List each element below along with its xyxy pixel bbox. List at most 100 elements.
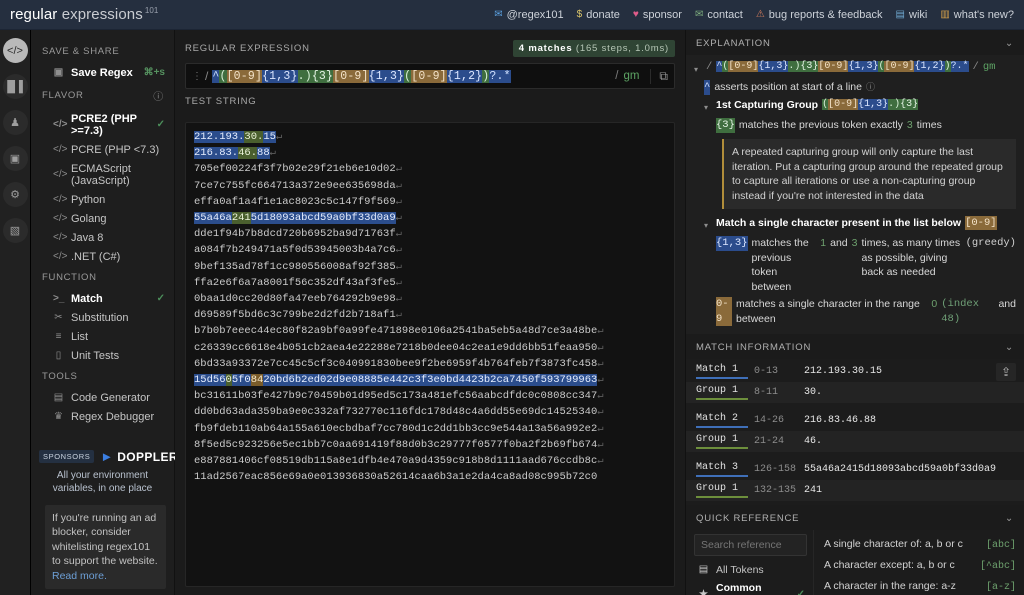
chevron-down-icon-matchinfo[interactable]: ⌄ <box>1005 342 1014 353</box>
top-bar: regular expressions 101 ✉ @regex101 $ donate… <box>0 0 1024 30</box>
logo-sup: 101 <box>144 6 159 15</box>
top-link-5[interactable]: ▤ wiki <box>896 9 928 21</box>
rail-editor[interactable]: </> <box>2 38 28 63</box>
group-token: ([0-9]{1,3}.){3} <box>822 98 919 113</box>
rail-debugger[interactable]: ▣ <box>2 146 28 171</box>
flavor-label: PCRE (PHP <7.3) <box>71 143 160 156</box>
qr-category-common-tokens[interactable]: ★ Common Tokens ✓ <box>694 579 807 595</box>
caret-down-icon-class[interactable]: ▾ <box>704 216 712 234</box>
chevron-down-icon[interactable]: ⌄ <box>1005 38 1014 49</box>
top-link-6[interactable]: ▥ what's new? <box>940 9 1014 21</box>
newline-glyph: ↵ <box>597 438 604 451</box>
flavor-java-8[interactable]: </> Java 8 <box>31 228 174 247</box>
code-icon: </> <box>53 213 68 224</box>
tok-group-open: ( <box>219 69 227 83</box>
qr-entry-desc: A single character of: a, b or c <box>824 537 963 550</box>
regular-expression-title: REGULAR EXPRESSION <box>185 43 310 54</box>
tool-regex-debugger[interactable]: ♛ Regex Debugger <box>31 407 174 426</box>
check-icon: ✓ <box>156 119 165 130</box>
group-row[interactable]: Group 1 132-135 241 <box>686 479 1024 501</box>
adblock-notice: If you're running an ad blocker, conside… <box>45 504 166 589</box>
match-value: 212.193.30.15 <box>804 365 883 377</box>
check-icon: ✓ <box>796 588 805 595</box>
drag-handle-icon[interactable]: ⋮ <box>192 71 202 82</box>
group-range: 21-24 <box>754 435 785 447</box>
top-link-label: wiki <box>909 8 928 21</box>
match-information-header[interactable]: MATCH INFORMATION ⌄ <box>686 333 1024 359</box>
flavor-net-c[interactable]: </> .NET (C#) <box>31 247 174 266</box>
qr-category-all-tokens[interactable]: ▤ All Tokens <box>694 561 807 579</box>
flavor-ecmascript-javascript[interactable]: </> ECMAScript (JavaScript) <box>31 159 174 190</box>
qr-entry[interactable]: A character except: a, b or c [^abc] <box>824 555 1016 576</box>
explanation-class-row: ▾ Match a single character present in th… <box>694 214 1016 235</box>
export-matches-icon[interactable]: ⇪ <box>995 362 1016 381</box>
flavor-title: FLAVOR <box>42 90 84 101</box>
save-regex-shortcut: ⌘+s <box>143 67 165 78</box>
match-count-badge: 4 matches (165 steps, 1.0ms) <box>512 40 675 57</box>
tok-dotstar: .* <box>956 60 969 72</box>
match-row[interactable]: Match 1 0-13 212.193.30.15 <box>686 361 1024 382</box>
quant-token: {1,3} <box>716 236 748 251</box>
rail-community[interactable]: ▧ <box>2 218 28 243</box>
tool-code-generator[interactable]: ▤ Code Generator <box>31 388 174 407</box>
adblock-read-more-link[interactable]: Read more. <box>52 570 107 582</box>
caret-down-icon[interactable]: ▾ <box>694 60 702 78</box>
test-line: 0baa1d0cc20d80fa47eeb764292b9e98↵ <box>194 293 402 306</box>
test-string-editor[interactable]: 212.193.30.15↵ 216.83.46.88↵ 705ef00224f3f… <box>185 122 675 587</box>
function-substitution[interactable]: ✂ Substitution <box>31 308 174 327</box>
info-icon[interactable]: ⓘ <box>866 80 875 95</box>
heart-icon: ♥ <box>632 8 639 20</box>
news-icon: ▥ <box>940 8 950 20</box>
rail-account[interactable]: ♟ <box>2 110 28 135</box>
top-link-1[interactable]: $ donate <box>577 9 620 21</box>
newline-glyph: ↵ <box>395 260 402 273</box>
save-regex-button[interactable]: ▣ Save Regex ⌘+s <box>31 63 174 82</box>
rail-settings[interactable]: ⚙ <box>2 182 28 207</box>
tok-optional: ? <box>950 60 957 72</box>
doppler-logo[interactable]: ► DOPPLER <box>100 450 178 464</box>
quick-reference-header[interactable]: QUICK REFERENCE ⌄ <box>686 504 1024 530</box>
top-link-0[interactable]: ✉ @regex101 <box>494 9 563 21</box>
chevron-down-icon-quickref[interactable]: ⌄ <box>1005 513 1014 524</box>
group-row[interactable]: Group 1 8-11 30. <box>686 381 1024 403</box>
newline-glyph: ↵ <box>395 276 402 289</box>
test-line: c26339cc6618e4b051cb2aea4e22288e7218b0de… <box>194 341 604 354</box>
tok-quant2: {1,3} <box>848 60 879 72</box>
rail-library[interactable]: █▐ <box>2 74 28 99</box>
help-icon[interactable]: ⓘ <box>153 88 164 103</box>
match-information-title: MATCH INFORMATION <box>696 341 812 353</box>
top-link-2[interactable]: ♥ sponsor <box>633 9 682 21</box>
site-logo[interactable]: regular expressions 101 <box>10 6 158 23</box>
caret-down-icon-group[interactable]: ▾ <box>704 98 712 116</box>
item-icon: ▤ <box>53 392 64 403</box>
test-line: 212.193.30.15↵ <box>194 131 283 143</box>
function-list[interactable]: ≡ List <box>31 327 174 346</box>
flavor-python[interactable]: </> Python <box>31 190 174 209</box>
regex-input[interactable]: ^([0-9]{1,3}.){3}[0-9]{1,3}([0-9]{1,2})?… <box>208 69 514 83</box>
function-label: Unit Tests <box>71 349 120 362</box>
flavor-pcre-php-7-3[interactable]: </> PCRE (PHP <7.3) <box>31 140 174 159</box>
explanation-header[interactable]: EXPLANATION ⌄ <box>686 30 1024 55</box>
flavor-pcre2-php-7-3[interactable]: </> PCRE2 (PHP >=7.3) ✓ <box>31 109 174 140</box>
qr-entry[interactable]: A character in the range: a-z [a-z] <box>824 576 1016 595</box>
match-row[interactable]: Match 3 126-158 55a46a2415d18093abcd59a0bf… <box>686 459 1024 480</box>
regex-flags-area[interactable]: / gm ⧉ <box>615 68 668 84</box>
group-label: Group 1 <box>696 483 748 498</box>
function-label: List <box>71 330 89 343</box>
match-row[interactable]: Match 2 14-26 216.83.46.88 <box>686 410 1024 431</box>
regex-flags-value[interactable]: gm <box>623 70 639 82</box>
warning-icon: ⚠ <box>755 8 765 20</box>
function-unit-tests[interactable]: ▯ Unit Tests <box>31 346 174 365</box>
test-line: a084f7b249471a5f0d53945003b4a7c6↵ <box>194 244 402 257</box>
copy-regex-icon[interactable]: ⧉ <box>650 68 668 84</box>
qr-entry[interactable]: A single character of: a, b or c [abc] <box>824 534 1016 555</box>
test-line: bc31611b03fe427b9c70459b01d95ed5c173a481… <box>194 390 604 403</box>
flavor-golang[interactable]: </> Golang <box>31 209 174 228</box>
top-link-4[interactable]: ⚠ bug reports & feedback <box>756 9 883 21</box>
regex-input-row[interactable]: ⋮ / ^([0-9]{1,3}.){3}[0-9]{1,3}([0-9]{1,… <box>185 63 675 89</box>
function-match[interactable]: >_ Match ✓ <box>31 289 174 308</box>
top-link-3[interactable]: ✉ contact <box>695 9 743 21</box>
newline-glyph: ↵ <box>395 293 402 306</box>
group-row[interactable]: Group 1 21-24 46. <box>686 430 1024 452</box>
search-input[interactable] <box>694 533 807 556</box>
